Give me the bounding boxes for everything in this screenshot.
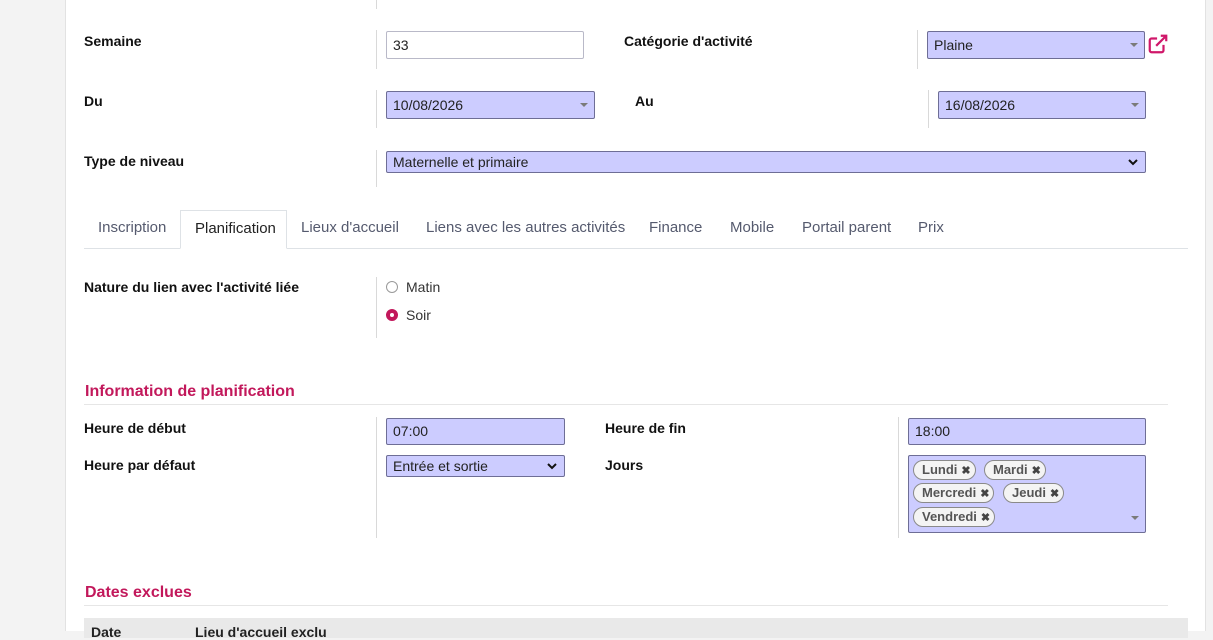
radio-circle-icon bbox=[386, 281, 398, 293]
type-niveau-value: Maternelle et primaire bbox=[393, 154, 529, 170]
semaine-input[interactable]: 33 bbox=[386, 31, 584, 59]
dropdown-caret-icon bbox=[1131, 103, 1139, 107]
section-separator bbox=[84, 605, 1168, 606]
dropdown-caret-icon bbox=[1131, 516, 1139, 520]
tag-mardi: Mardi ✖ bbox=[984, 460, 1046, 480]
dropdown-caret-icon bbox=[580, 103, 588, 107]
close-icon[interactable]: ✖ bbox=[981, 512, 990, 524]
radio-selected-icon bbox=[386, 309, 398, 321]
tab-planification[interactable]: Planification bbox=[180, 210, 287, 249]
heure-defaut-value: Entrée et sortie bbox=[393, 458, 488, 474]
external-link-icon[interactable] bbox=[1147, 33, 1169, 55]
heure-debut-input[interactable]: 07:00 bbox=[386, 418, 565, 445]
column-header-lieu[interactable]: Lieu d'accueil exclu bbox=[195, 624, 327, 640]
dates-exclues-table-header: Date Lieu d'accueil exclu bbox=[84, 618, 1188, 640]
tab-mobile[interactable]: Mobile bbox=[716, 210, 788, 248]
tag-label: Vendredi bbox=[922, 509, 977, 524]
top-divider bbox=[376, 0, 377, 9]
column-header-date[interactable]: Date bbox=[91, 624, 121, 640]
radio-label: Soir bbox=[406, 307, 431, 323]
close-icon[interactable]: ✖ bbox=[1032, 465, 1041, 477]
divider bbox=[898, 417, 899, 538]
section-title-dates-exclues: Dates exclues bbox=[85, 584, 192, 601]
section-separator bbox=[84, 404, 1168, 405]
close-icon[interactable]: ✖ bbox=[1050, 488, 1059, 500]
tag-vendredi: Vendredi ✖ bbox=[913, 507, 996, 527]
tag-label: Lundi bbox=[922, 462, 958, 477]
du-label: Du bbox=[84, 93, 103, 109]
categorie-select[interactable]: Plaine bbox=[927, 31, 1145, 59]
type-niveau-select[interactable]: Maternelle et primaire bbox=[386, 151, 1146, 173]
tab-portail-parent[interactable]: Portail parent bbox=[788, 210, 905, 248]
chevron-down-icon bbox=[547, 463, 557, 470]
tag-mercredi: Mercredi ✖ bbox=[913, 483, 995, 503]
chevron-down-icon bbox=[1128, 159, 1138, 166]
heure-fin-label: Heure de fin bbox=[605, 420, 686, 436]
tag-label: Mercredi bbox=[922, 485, 977, 500]
nature-lien-label: Nature du lien avec l'activité liée bbox=[84, 279, 299, 295]
close-icon[interactable]: ✖ bbox=[980, 488, 989, 500]
au-date-field[interactable]: 16/08/2026 bbox=[938, 91, 1146, 119]
heure-defaut-select[interactable]: Entrée et sortie bbox=[386, 455, 565, 477]
tab-liens-autres-activites[interactable]: Liens avec les autres activités bbox=[412, 210, 639, 248]
tab-prix[interactable]: Prix bbox=[904, 210, 958, 248]
divider bbox=[376, 277, 377, 338]
au-label: Au bbox=[635, 93, 654, 109]
heure-defaut-label: Heure par défaut bbox=[84, 457, 196, 473]
notebook-tabs: Inscription Planification Lieux d'accuei… bbox=[84, 210, 1188, 249]
dropdown-caret-icon bbox=[1130, 43, 1138, 47]
jours-label: Jours bbox=[605, 457, 644, 473]
categorie-value: Plaine bbox=[934, 37, 973, 53]
tag-label: Mardi bbox=[993, 462, 1028, 477]
radio-label: Matin bbox=[406, 279, 441, 295]
semaine-label: Semaine bbox=[84, 33, 142, 49]
close-icon[interactable]: ✖ bbox=[961, 465, 970, 477]
divider bbox=[917, 30, 918, 69]
divider bbox=[928, 90, 929, 128]
tab-inscription[interactable]: Inscription bbox=[84, 210, 180, 248]
form-sheet: Semaine 33 Catégorie d'activité Plaine D… bbox=[65, 0, 1206, 640]
au-value: 16/08/2026 bbox=[945, 97, 1016, 113]
divider bbox=[376, 417, 377, 538]
du-value: 10/08/2026 bbox=[393, 97, 464, 113]
du-date-field[interactable]: 10/08/2026 bbox=[386, 91, 595, 119]
divider bbox=[376, 90, 377, 128]
section-title-planification: Information de planification bbox=[85, 383, 295, 400]
jours-tags-field[interactable]: Lundi ✖ Mardi ✖ Mercredi ✖ Jeudi ✖ Vendredi ✖ bbox=[908, 455, 1146, 533]
categorie-label: Catégorie d'activité bbox=[624, 33, 753, 49]
tag-lundi: Lundi ✖ bbox=[913, 460, 976, 480]
heure-fin-input[interactable]: 18:00 bbox=[908, 418, 1146, 445]
tag-jeudi: Jeudi ✖ bbox=[1003, 483, 1065, 503]
type-niveau-label: Type de niveau bbox=[84, 153, 185, 169]
divider bbox=[376, 30, 377, 69]
tab-finance[interactable]: Finance bbox=[635, 210, 716, 248]
heure-debut-label: Heure de début bbox=[84, 420, 186, 436]
divider bbox=[376, 150, 377, 187]
tab-lieux-accueil[interactable]: Lieux d'accueil bbox=[287, 210, 413, 248]
tag-label: Jeudi bbox=[1012, 485, 1046, 500]
